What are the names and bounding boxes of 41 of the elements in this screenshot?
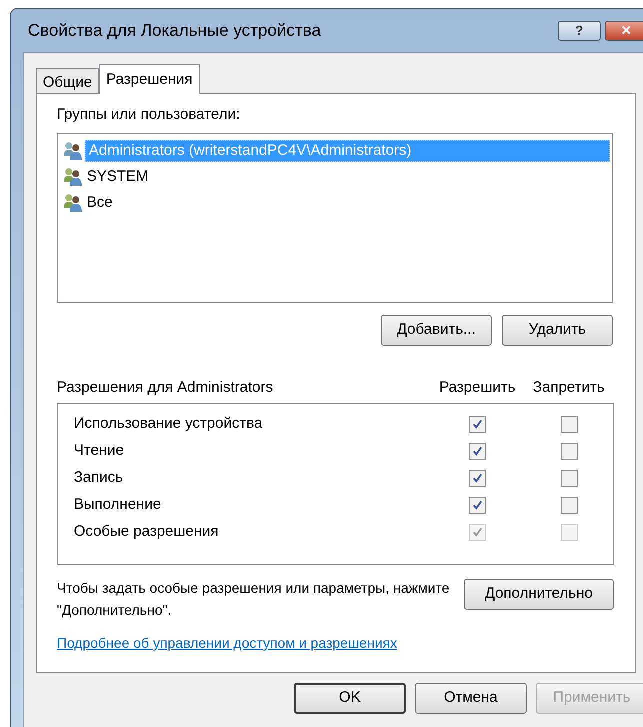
advanced-hint: Чтобы задать особые разрешения или параметры, нажмите "Дополнительно". (57, 579, 451, 620)
dialog-button[interactable]: OK (294, 683, 406, 714)
list-item[interactable]: Все (63, 190, 610, 216)
checkbox[interactable] (469, 497, 486, 514)
dialog-button[interactable]: Удалить (502, 315, 613, 346)
dialog-button[interactable]: Добавить... (381, 315, 492, 346)
window-title: Свойства для Локальные устройства (28, 20, 322, 42)
checkbox[interactable] (560, 416, 578, 433)
help-link[interactable]: Подробнее об управлении доступом и разрешениях (57, 633, 398, 654)
check-icon (472, 500, 483, 511)
permission-name: Особые разрешения (73, 522, 220, 542)
check-icon (472, 419, 483, 430)
permission-name: Использование устройства (73, 414, 264, 434)
group-label: Группы или пользователи: (57, 106, 242, 124)
column-header: Запретить (532, 379, 606, 397)
user-name: Administrators (writerstandPC4V\Administrators) (85, 140, 610, 162)
column-header: Разрешить (438, 379, 517, 397)
check-icon (472, 527, 483, 538)
tab[interactable]: Разрешения (99, 64, 200, 94)
check-icon (472, 473, 483, 484)
users-icon (63, 167, 85, 187)
checkbox[interactable] (469, 416, 486, 433)
dialog-button[interactable]: Дополнительно (464, 579, 614, 610)
permissions-label: Разрешения для Administrators (57, 379, 274, 397)
users-icon (63, 193, 85, 213)
list-item[interactable]: SYSTEM (63, 164, 610, 190)
user-name: SYSTEM (86, 167, 149, 187)
users-icon (63, 141, 85, 161)
checkbox[interactable] (560, 497, 578, 514)
user-name: Все (86, 193, 113, 213)
checkbox[interactable] (560, 443, 578, 460)
check-icon (472, 446, 483, 457)
permission-name: Запись (73, 468, 124, 488)
permission-name: Чтение (73, 441, 126, 462)
tab[interactable]: Общие (36, 68, 100, 93)
permission-name: Выполнение (73, 495, 162, 516)
dialog-button[interactable]: Отмена (415, 683, 527, 714)
checkbox[interactable] (469, 470, 486, 487)
checkbox[interactable] (469, 443, 486, 460)
help-button[interactable]: ? (558, 20, 601, 40)
checkbox[interactable] (560, 470, 578, 487)
